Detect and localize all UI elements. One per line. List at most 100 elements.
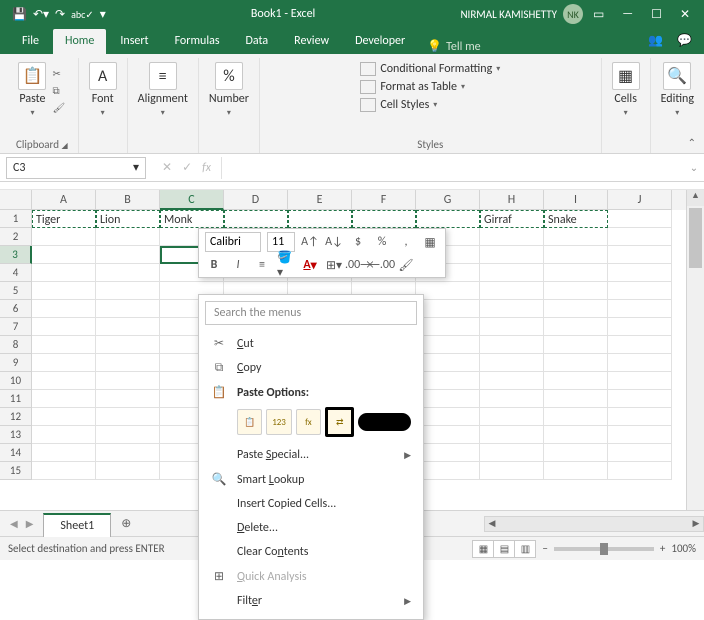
scroll-up-icon[interactable]: ▲ bbox=[687, 190, 704, 206]
user-avatar[interactable]: NK bbox=[563, 4, 583, 24]
decrease-font-icon[interactable]: A↓ bbox=[325, 233, 343, 251]
share-icon[interactable]: 👥 bbox=[648, 33, 663, 48]
cell[interactable]: Lion bbox=[96, 210, 160, 228]
zoom-level[interactable]: 100% bbox=[671, 542, 696, 555]
fill-color-icon[interactable]: 🪣▾ bbox=[277, 256, 295, 274]
conditional-formatting[interactable]: Conditional Formatting ▾ bbox=[360, 62, 500, 76]
paste-values-icon[interactable]: 123 bbox=[266, 409, 291, 435]
accounting-icon[interactable]: $ bbox=[349, 233, 367, 251]
expand-formula-bar-icon[interactable]: ⌄ bbox=[684, 161, 704, 174]
menu-insert-copied[interactable]: Insert Copied Cells... bbox=[199, 492, 423, 516]
name-box[interactable]: C3▾ bbox=[6, 157, 146, 179]
zoom-slider[interactable] bbox=[554, 547, 654, 551]
comments-icon[interactable]: 💬 bbox=[677, 33, 692, 48]
row-header[interactable]: 13 bbox=[0, 426, 32, 444]
row-header[interactable]: 15 bbox=[0, 462, 32, 480]
dialog-launcher-icon[interactable]: ◢ bbox=[62, 141, 68, 151]
sheet-tab[interactable]: Sheet1 bbox=[43, 513, 111, 537]
align-icon[interactable]: ≡ bbox=[253, 256, 271, 274]
view-buttons[interactable]: ▦▤▥ bbox=[473, 540, 536, 558]
cell[interactable]: Girraf bbox=[480, 210, 544, 228]
format-painter-icon[interactable]: 🖌 bbox=[52, 101, 65, 114]
col-header[interactable]: J bbox=[608, 190, 672, 210]
row-header[interactable]: 8 bbox=[0, 336, 32, 354]
minimize-icon[interactable]: — bbox=[622, 7, 633, 22]
col-header[interactable]: F bbox=[352, 190, 416, 210]
paste-formulas-icon[interactable]: fx bbox=[296, 409, 321, 435]
format-as-table[interactable]: Format as Table ▾ bbox=[360, 80, 500, 94]
decrease-decimal-icon[interactable]: ←.00 bbox=[373, 256, 391, 274]
tab-home[interactable]: Home bbox=[53, 29, 106, 54]
next-sheet-icon[interactable]: ▶ bbox=[26, 517, 34, 530]
font-button[interactable]: A Font▾ bbox=[89, 62, 117, 118]
cell[interactable] bbox=[608, 210, 672, 228]
redo-icon[interactable]: ↷ bbox=[55, 7, 65, 22]
cell[interactable] bbox=[416, 210, 480, 228]
row-header[interactable]: 3 bbox=[0, 246, 32, 264]
row-header[interactable]: 9 bbox=[0, 354, 32, 372]
borders-icon[interactable]: ⊞▾ bbox=[325, 256, 343, 274]
editing-button[interactable]: 🔍 Editing▾ bbox=[661, 62, 694, 118]
close-icon[interactable]: ✕ bbox=[680, 7, 690, 22]
cell[interactable] bbox=[352, 210, 416, 228]
spellcheck-icon[interactable]: abc✓ bbox=[71, 8, 94, 21]
cut-icon[interactable]: ✂ bbox=[52, 67, 65, 80]
font-name-input[interactable] bbox=[205, 232, 261, 252]
font-size-input[interactable] bbox=[267, 232, 295, 252]
cell-styles[interactable]: Cell Styles ▾ bbox=[360, 98, 500, 112]
menu-filter[interactable]: Filter▶ bbox=[199, 589, 423, 613]
percent-icon[interactable]: % bbox=[373, 233, 391, 251]
menu-delete[interactable]: Delete... bbox=[199, 516, 423, 540]
cell[interactable] bbox=[288, 210, 352, 228]
row-header[interactable]: 10 bbox=[0, 372, 32, 390]
menu-clear-contents[interactable]: Clear Contents bbox=[199, 540, 423, 564]
menu-search[interactable]: Search the menus bbox=[205, 301, 417, 325]
maximize-icon[interactable]: ☐ bbox=[651, 7, 662, 22]
menu-paste-special[interactable]: Paste Special...▶ bbox=[199, 443, 423, 467]
scroll-thumb[interactable] bbox=[689, 208, 702, 268]
formula-bar[interactable] bbox=[221, 157, 684, 179]
tell-me[interactable]: 💡Tell me bbox=[427, 39, 480, 54]
zoom-in-icon[interactable]: + bbox=[660, 542, 665, 555]
number-button[interactable]: % Number▾ bbox=[209, 62, 249, 118]
row-header[interactable]: 11 bbox=[0, 390, 32, 408]
chevron-down-icon[interactable]: ▾ bbox=[133, 160, 139, 175]
col-header[interactable]: H bbox=[480, 190, 544, 210]
col-header[interactable]: I bbox=[544, 190, 608, 210]
cell[interactable]: Tiger bbox=[32, 210, 96, 228]
ribbon-display-icon[interactable]: ▭ bbox=[593, 7, 604, 22]
row-header[interactable]: 2 bbox=[0, 228, 32, 246]
confirm-entry-icon[interactable]: ✓ bbox=[182, 160, 192, 175]
select-all[interactable] bbox=[0, 190, 32, 210]
tab-file[interactable]: File bbox=[10, 29, 51, 54]
col-header[interactable]: B bbox=[96, 190, 160, 210]
copy-icon[interactable]: ⧉ bbox=[52, 84, 65, 97]
row-header[interactable]: 12 bbox=[0, 408, 32, 426]
menu-cut[interactable]: ✂Cut bbox=[199, 331, 423, 356]
cell[interactable]: Snake bbox=[544, 210, 608, 228]
tab-developer[interactable]: Developer bbox=[343, 29, 417, 54]
undo-icon[interactable]: ↶▾ bbox=[33, 7, 49, 22]
row-header[interactable]: 4 bbox=[0, 264, 32, 282]
italic-icon[interactable]: I bbox=[229, 256, 247, 274]
save-icon[interactable]: 💾 bbox=[12, 7, 27, 22]
vertical-scrollbar[interactable]: ▲ bbox=[686, 190, 704, 510]
row-header[interactable]: 1 bbox=[0, 210, 32, 228]
cell[interactable] bbox=[224, 210, 288, 228]
row-header[interactable]: 5 bbox=[0, 282, 32, 300]
fx-icon[interactable]: fx bbox=[202, 161, 211, 175]
cells-button[interactable]: ▦ Cells▾ bbox=[612, 62, 640, 118]
tab-formulas[interactable]: Formulas bbox=[163, 29, 232, 54]
col-header[interactable]: C bbox=[160, 190, 224, 210]
bold-icon[interactable]: B bbox=[205, 256, 223, 274]
row-header[interactable]: 6 bbox=[0, 300, 32, 318]
comma-icon[interactable]: , bbox=[397, 233, 415, 251]
increase-decimal-icon[interactable]: .00→ bbox=[349, 256, 367, 274]
alignment-button[interactable]: ≡ Alignment▾ bbox=[138, 62, 188, 118]
col-header[interactable]: A bbox=[32, 190, 96, 210]
cell[interactable]: Monk bbox=[160, 210, 224, 228]
format-table-icon[interactable]: ▦ bbox=[421, 233, 439, 251]
row-header[interactable]: 14 bbox=[0, 444, 32, 462]
col-header[interactable]: E bbox=[288, 190, 352, 210]
tab-data[interactable]: Data bbox=[234, 29, 281, 54]
